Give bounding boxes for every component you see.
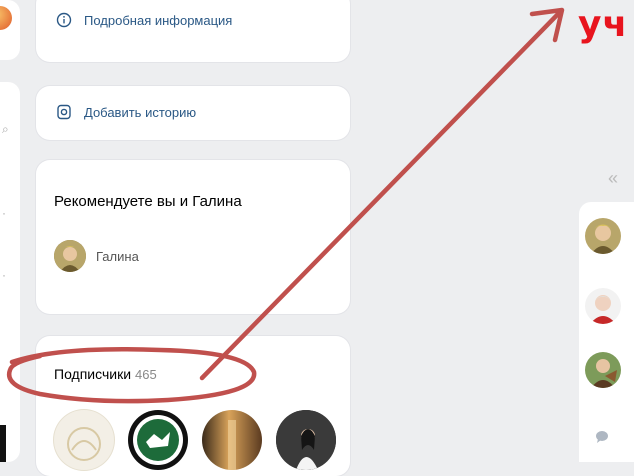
add-story-label: Добавить историю — [84, 104, 197, 120]
avatar[interactable] — [0, 6, 12, 30]
subscribers-avatars — [54, 410, 336, 470]
avatar[interactable] — [276, 410, 336, 470]
subscribers-count: 465 — [135, 367, 157, 382]
avatar[interactable] — [128, 410, 188, 470]
left-profile-card — [0, 0, 20, 60]
avatar[interactable] — [202, 410, 262, 470]
collapse-icon[interactable]: « — [608, 168, 618, 189]
recommend-card: Рекомендуете вы и Галина Галина — [36, 160, 350, 314]
avatar[interactable] — [585, 218, 621, 254]
details-card: Подробная информация — [36, 0, 350, 62]
left-menu-card: ⌕ · · — [0, 82, 20, 462]
info-circle-icon — [56, 12, 72, 28]
more-info-link[interactable]: Подробная информация — [56, 12, 232, 28]
avatar[interactable] — [585, 352, 621, 388]
dark-edge-block — [0, 425, 6, 462]
menu-dot-icon: · — [2, 268, 6, 282]
avatar[interactable] — [54, 240, 86, 272]
subscribers-card: Подписчики 465 — [36, 336, 350, 476]
right-contacts-panel — [579, 202, 634, 462]
annotation-text: уч — [578, 4, 629, 45]
recommend-person[interactable]: Галина — [54, 240, 139, 272]
chat-bubble-icon[interactable] — [595, 430, 609, 449]
recommend-person-name: Галина — [96, 248, 139, 264]
recommend-title: Рекомендуете вы и Галина — [54, 193, 242, 210]
more-info-label: Подробная информация — [84, 12, 233, 28]
avatar[interactable] — [585, 288, 621, 324]
add-story-link[interactable]: Добавить историю — [56, 104, 196, 120]
story-camera-icon — [56, 104, 72, 120]
subscribers-label: Подписчики — [54, 366, 132, 382]
add-story-card: Добавить историю — [36, 86, 350, 140]
subscribers-title[interactable]: Подписчики 465 — [54, 366, 157, 382]
search-icon[interactable]: ⌕ — [2, 122, 9, 137]
menu-dot-icon: · — [2, 206, 6, 220]
avatar[interactable] — [54, 410, 114, 470]
